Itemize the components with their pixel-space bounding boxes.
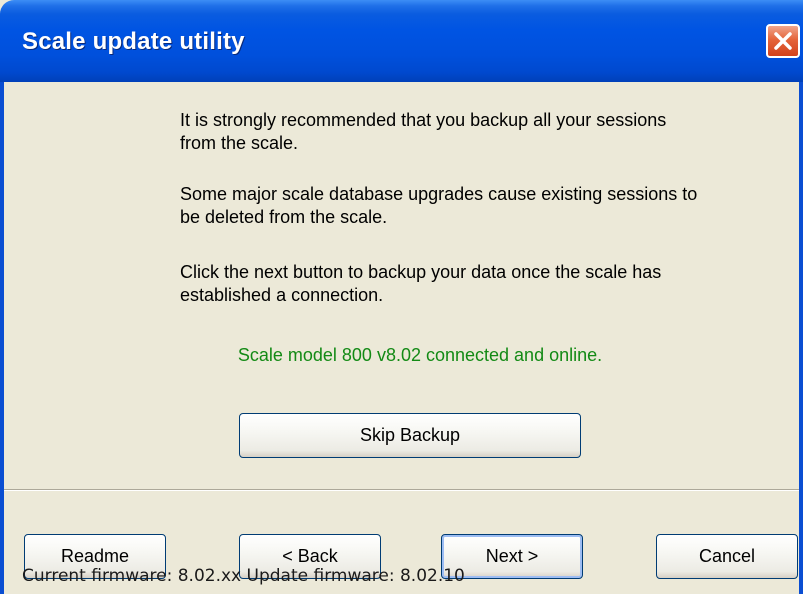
window-frame-right — [799, 82, 803, 594]
close-icon — [774, 32, 792, 50]
footer-separator — [4, 489, 799, 491]
scale-update-dialog: Scale update utility It is strongly reco… — [0, 0, 803, 594]
backup-recommendation-text: It is strongly recommended that you back… — [180, 110, 667, 153]
next-instruction-text: Click the next button to backup your dat… — [180, 262, 662, 305]
connection-status: Scale model 800 v8.02 connected and onli… — [237, 345, 603, 365]
title-bar[interactable]: Scale update utility — [0, 0, 803, 82]
window-frame-left — [0, 82, 4, 594]
close-button[interactable] — [766, 24, 800, 58]
firmware-version-text: Current firmware: 8.02.xx Update firmwar… — [22, 566, 465, 586]
skip-backup-button[interactable]: Skip Backup — [239, 413, 581, 458]
upgrade-warning-text: Some major scale database upgrades cause… — [180, 184, 698, 227]
cancel-button[interactable]: Cancel — [656, 534, 798, 579]
window-title: Scale update utility — [22, 28, 245, 55]
